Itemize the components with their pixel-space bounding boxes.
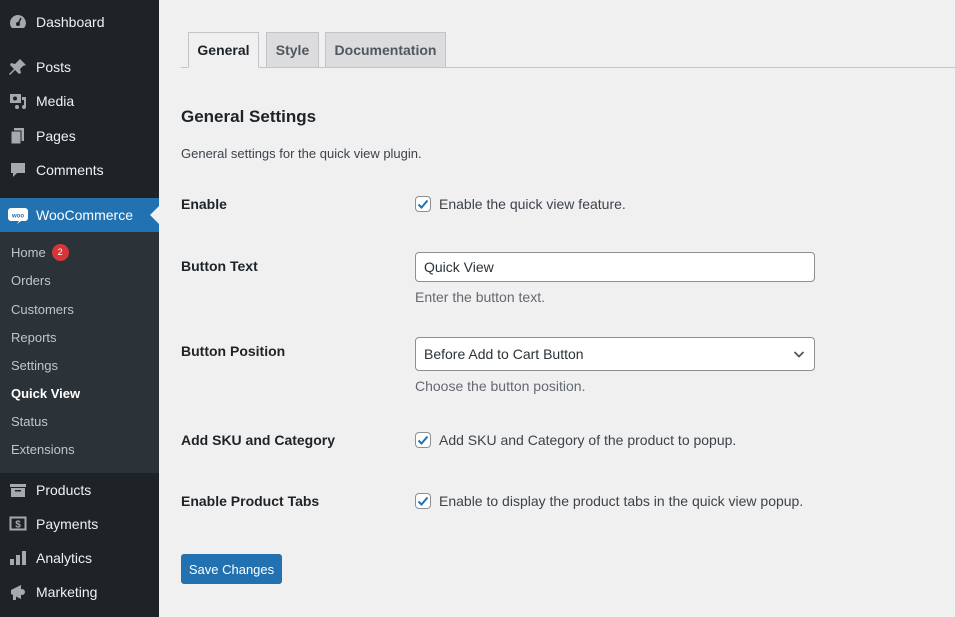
sidebar-item-label: Posts — [36, 59, 72, 75]
archive-icon — [0, 480, 36, 500]
submenu-item-label: Customers — [11, 302, 74, 317]
submenu-item-reports[interactable]: Reports — [11, 330, 57, 345]
sidebar-item-label: Dashboard — [36, 14, 105, 30]
submenu-item-customers[interactable]: Customers — [11, 302, 74, 317]
sidebar-item-comments[interactable]: Comments — [0, 153, 159, 187]
checkmark-icon — [417, 435, 429, 445]
media-icon — [0, 91, 36, 111]
product-tabs-checkbox-row: Enable to display the product tabs in th… — [415, 493, 803, 509]
sidebar-item-label: Media — [36, 93, 75, 109]
product-tabs-checkbox[interactable] — [415, 493, 431, 509]
woocommerce-submenu: Home 2 Orders Customers Reports Settings… — [0, 232, 159, 473]
sku-category-checkbox[interactable] — [415, 432, 431, 448]
sidebar-item-label: Pages — [36, 128, 76, 144]
page-title: General Settings — [181, 107, 317, 126]
checkmark-icon — [417, 496, 429, 506]
sidebar-item-dashboard[interactable]: Dashboard — [0, 5, 159, 39]
tab-general[interactable]: General — [188, 32, 259, 68]
chevron-down-icon — [793, 351, 805, 358]
sidebar-item-marketing[interactable]: Marketing — [0, 575, 159, 609]
submenu-item-extensions[interactable]: Extensions — [11, 442, 75, 457]
bar-chart-icon — [0, 548, 36, 568]
admin-sidebar: Dashboard Posts Media Pages Comments woo… — [0, 0, 159, 617]
sidebar-item-label: WooCommerce — [36, 207, 133, 223]
enable-checkbox-label: Enable the quick view feature. — [439, 196, 626, 212]
submenu-item-quick-view[interactable]: Quick View — [11, 386, 80, 401]
save-changes-button[interactable]: Save Changes — [181, 554, 282, 584]
svg-text:woo: woo — [11, 214, 24, 220]
dashboard-icon — [0, 12, 36, 32]
page-description: General settings for the quick view plug… — [181, 146, 422, 161]
tab-documentation[interactable]: Documentation — [325, 32, 446, 68]
submenu-item-label: Extensions — [11, 442, 75, 457]
button-text-input[interactable]: Quick View — [415, 252, 815, 282]
button-position-select[interactable]: Before Add to Cart Button — [415, 337, 815, 371]
sidebar-item-pages[interactable]: Pages — [0, 119, 159, 153]
pin-icon — [0, 57, 36, 77]
sku-category-label: Add SKU and Category — [181, 432, 336, 448]
enable-checkbox-row: Enable the quick view feature. — [415, 196, 626, 212]
submenu-item-label: Settings — [11, 358, 58, 373]
sku-category-checkbox-label: Add SKU and Category of the product to p… — [439, 432, 737, 448]
button-position-hint: Choose the button position. — [415, 378, 586, 394]
tab-style[interactable]: Style — [266, 32, 319, 68]
sidebar-item-products[interactable]: Products — [0, 473, 159, 507]
button-text-hint: Enter the button text. — [415, 289, 545, 305]
submenu-item-label: Quick View — [11, 386, 81, 401]
megaphone-icon — [0, 582, 36, 602]
sidebar-item-posts[interactable]: Posts — [0, 50, 159, 84]
sidebar-item-media[interactable]: Media — [0, 84, 159, 118]
button-position-label: Button Position — [181, 343, 286, 359]
sku-category-checkbox-row: Add SKU and Category of the product to p… — [415, 432, 736, 448]
sidebar-item-label: Analytics — [36, 550, 93, 566]
enable-label: Enable — [181, 196, 227, 212]
woo-icon: woo — [0, 205, 36, 225]
product-tabs-label: Enable Product Tabs — [181, 493, 320, 509]
product-tabs-checkbox-label: Enable to display the product tabs in th… — [439, 493, 804, 509]
submenu-item-settings[interactable]: Settings — [11, 358, 58, 373]
button-text-label: Button Text — [181, 258, 258, 274]
submenu-item-home[interactable]: Home 2 — [11, 244, 69, 261]
submenu-item-label: Home — [11, 245, 46, 260]
button-position-value: Before Add to Cart Button — [424, 346, 584, 362]
sidebar-item-label: Payments — [36, 516, 99, 532]
pages-icon — [0, 126, 36, 146]
submenu-item-label: Reports — [11, 330, 57, 345]
sidebar-item-label: Comments — [36, 162, 104, 178]
checkmark-icon — [417, 199, 429, 209]
dollar-icon: $ — [0, 514, 36, 534]
comment-icon — [0, 160, 36, 180]
submenu-item-status[interactable]: Status — [11, 414, 48, 429]
sidebar-item-analytics[interactable]: Analytics — [0, 541, 159, 575]
enable-checkbox[interactable] — [415, 196, 431, 212]
submenu-item-label: Status — [11, 414, 48, 429]
sidebar-item-woocommerce[interactable]: woo WooCommerce — [0, 198, 159, 232]
submenu-item-label: Orders — [11, 273, 51, 288]
svg-text:$: $ — [15, 520, 21, 531]
notification-badge: 2 — [51, 244, 69, 261]
sidebar-item-label: Products — [36, 482, 92, 498]
sidebar-item-label: Marketing — [36, 584, 98, 600]
submenu-item-orders[interactable]: Orders — [11, 273, 51, 288]
sidebar-item-payments[interactable]: $ Payments — [0, 507, 159, 541]
